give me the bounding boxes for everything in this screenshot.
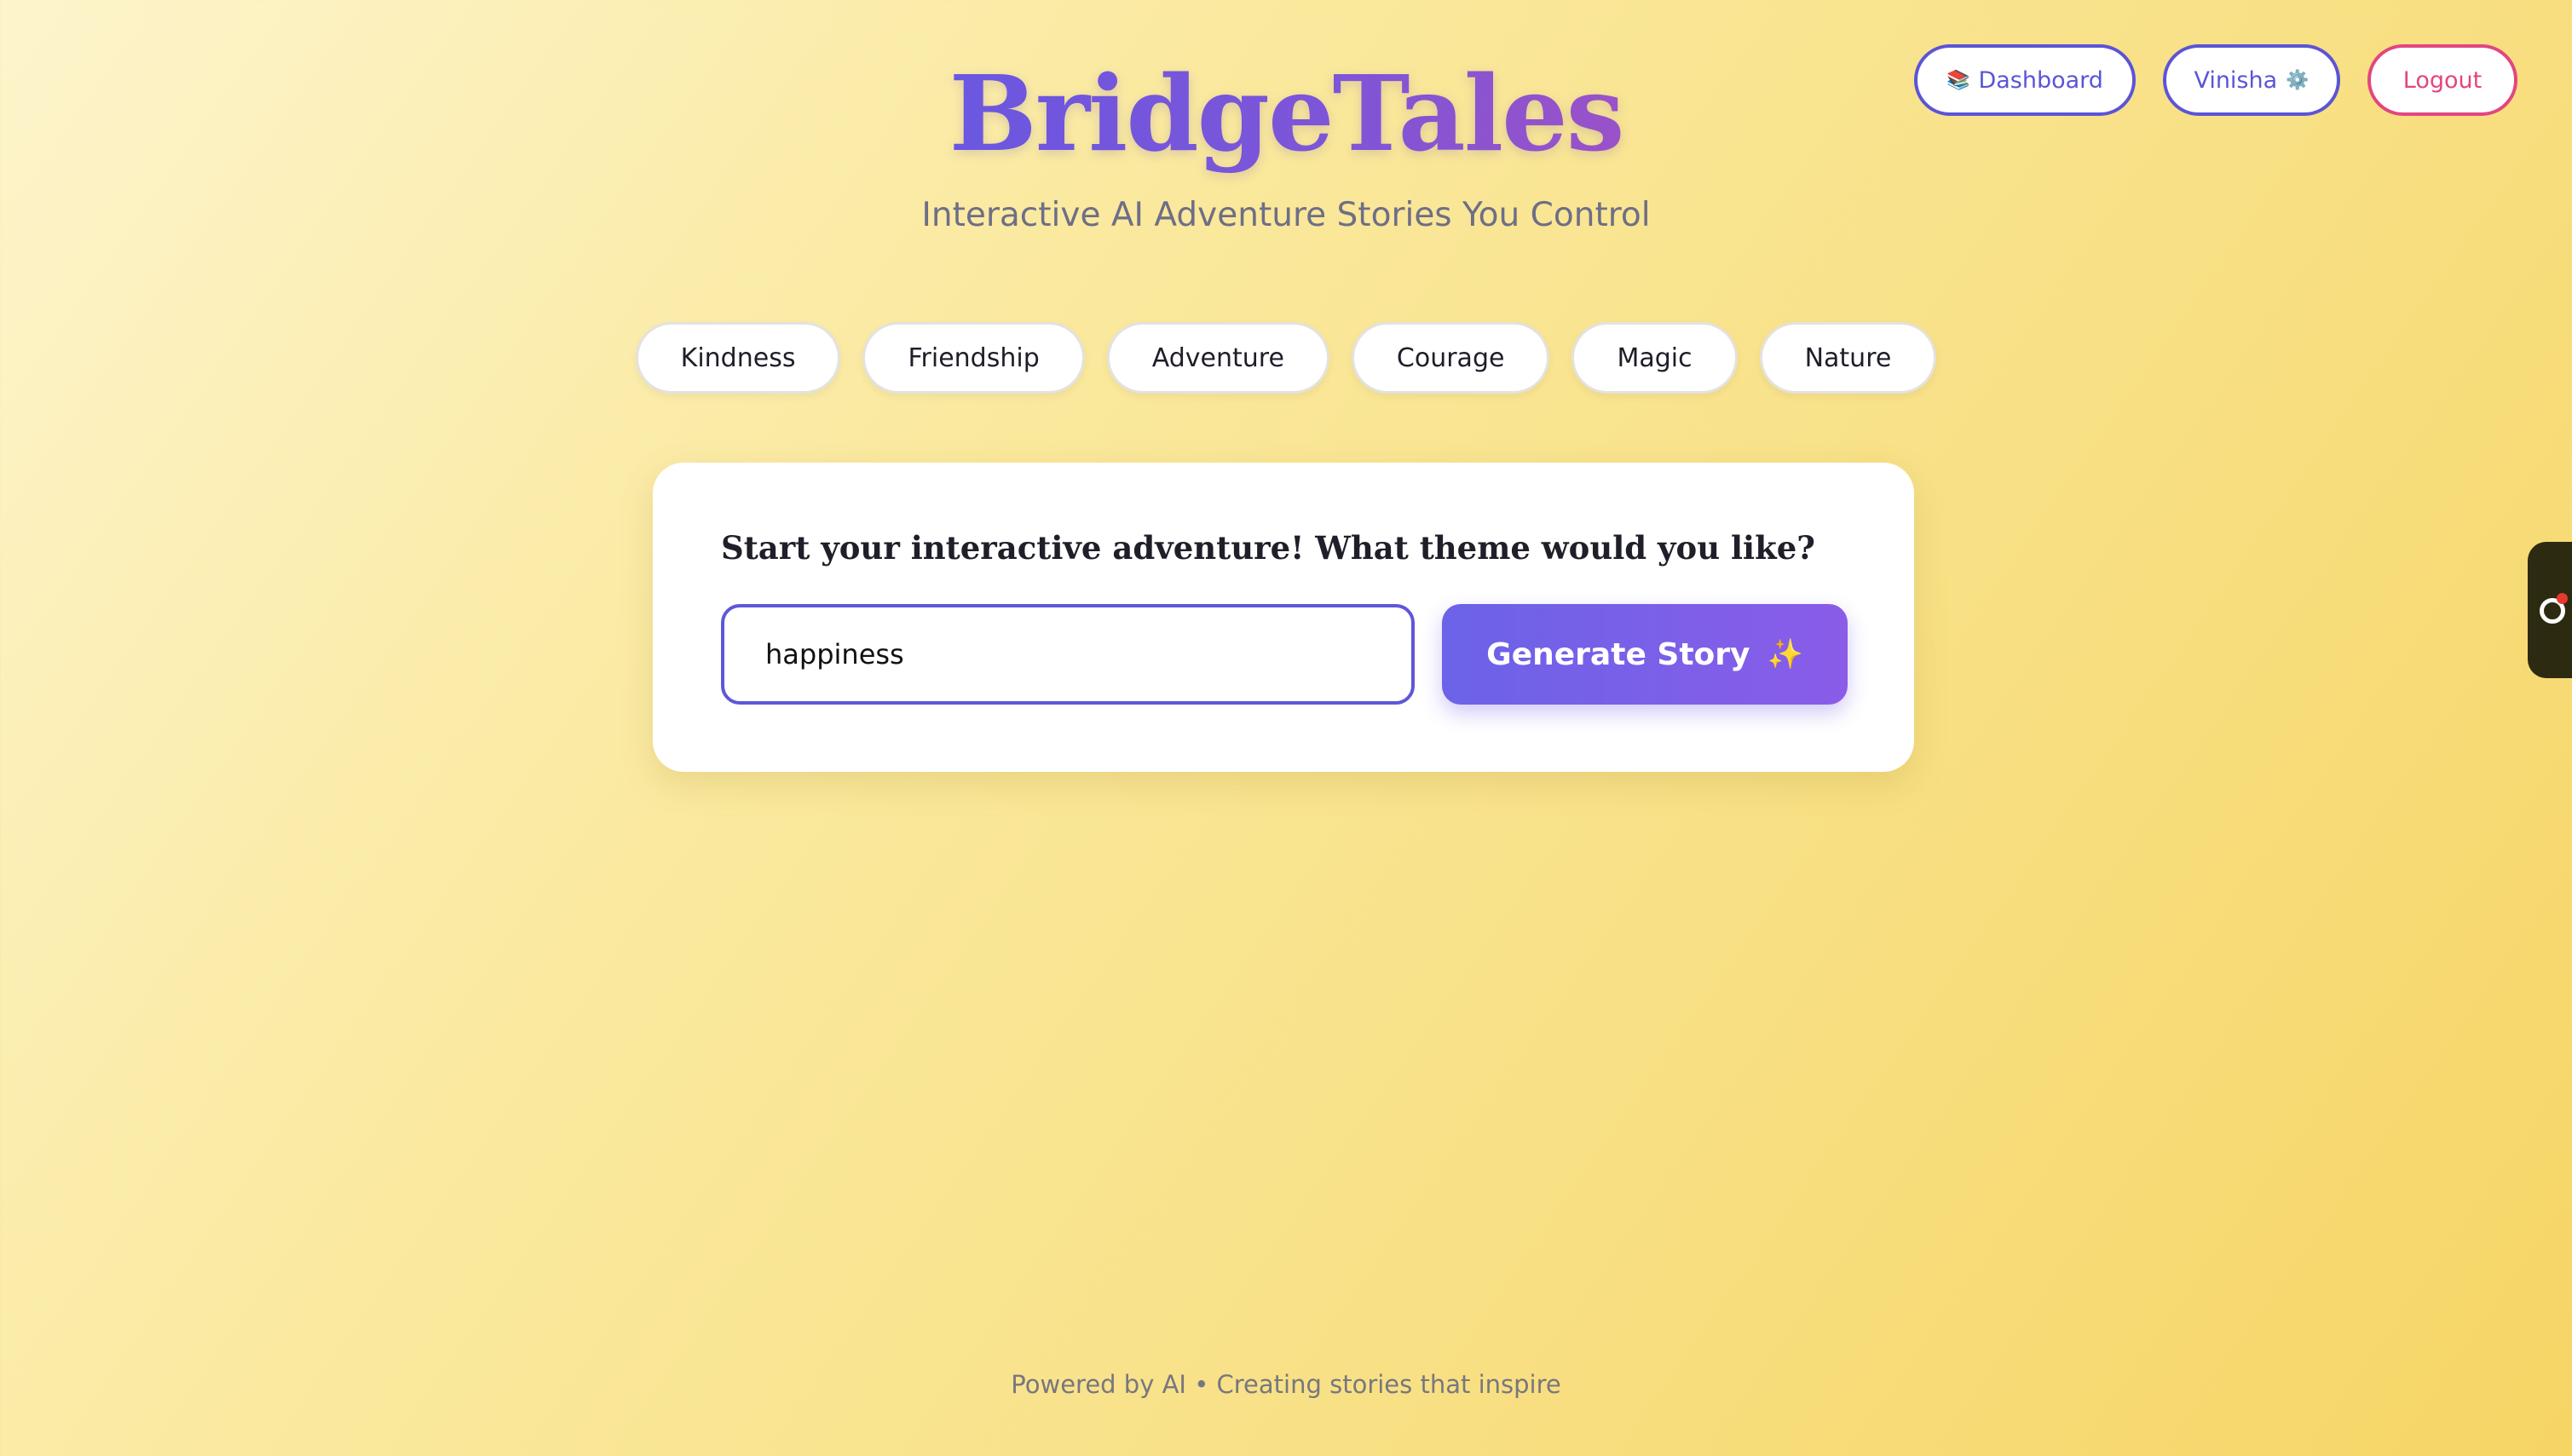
footer-text: Powered by AI • Creating stories that in…	[1011, 1370, 1561, 1399]
side-extension-widget[interactable]	[2528, 542, 2572, 678]
theme-chip-friendship[interactable]: Friendship	[862, 322, 1085, 394]
theme-chip-list: Kindness Friendship Adventure Courage Ma…	[0, 322, 2572, 394]
theme-input[interactable]	[721, 604, 1415, 705]
generate-story-label: Generate Story	[1486, 636, 1750, 672]
generate-story-button[interactable]: Generate Story ✨	[1442, 604, 1848, 705]
sparkles-icon: ✨	[1767, 637, 1803, 671]
page-subtitle: Interactive AI Adventure Stories You Con…	[921, 196, 1651, 234]
theme-chip-nature[interactable]: Nature	[1759, 322, 1937, 394]
theme-chip-courage[interactable]: Courage	[1351, 322, 1550, 394]
theme-chip-adventure[interactable]: Adventure	[1106, 322, 1329, 394]
theme-chip-magic[interactable]: Magic	[1571, 322, 1738, 394]
page-title: BridgeTales	[0, 49, 2572, 177]
theme-chip-kindness[interactable]: Kindness	[635, 322, 841, 394]
notification-dot-icon	[2557, 593, 2568, 604]
brand-title-text: BridgeTales	[949, 52, 1625, 175]
story-prompt-heading: Start your interactive adventure! What t…	[721, 529, 1815, 567]
story-form-card: Start your interactive adventure! What t…	[653, 463, 1914, 772]
